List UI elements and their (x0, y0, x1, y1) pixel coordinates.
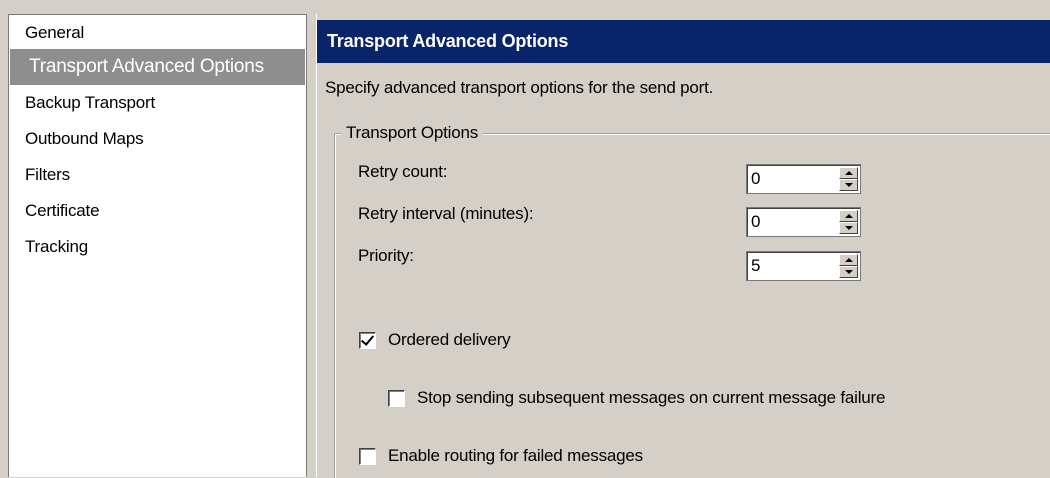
retry-interval-down-button[interactable] (839, 222, 858, 234)
panel-description: Specify advanced transport options for t… (325, 78, 714, 97)
priority-spin-buttons (839, 254, 858, 278)
panel-title: Transport Advanced Options (317, 20, 1050, 63)
ordered-delivery-checkbox[interactable] (359, 331, 376, 349)
retry-count-spinner (746, 164, 861, 194)
down-arrow-icon (844, 226, 853, 230)
enable-routing-label: Enable routing for failed messages (388, 446, 643, 465)
retry-interval-input[interactable] (751, 211, 823, 233)
ordered-delivery-label: Ordered delivery (388, 330, 511, 349)
stop-sending-option[interactable]: Stop sending subsequent messages on curr… (388, 388, 885, 408)
down-arrow-icon (844, 270, 853, 274)
nav-item-general[interactable]: General (9, 15, 306, 49)
priority-up-button[interactable] (839, 254, 858, 266)
nav-item-filters[interactable]: Filters (9, 157, 306, 193)
retry-interval-up-button[interactable] (839, 210, 858, 222)
retry-interval-label: Retry interval (minutes): (358, 204, 534, 223)
group-legend: Transport Options (341, 123, 484, 143)
retry-count-label: Retry count: (358, 162, 448, 181)
retry-count-spin-buttons (839, 167, 858, 191)
retry-interval-spinner (746, 207, 861, 237)
stop-sending-label: Stop sending subsequent messages on curr… (417, 388, 886, 407)
nav-item-certificate[interactable]: Certificate (9, 193, 306, 229)
settings-nav-list: General Transport Advanced Options Backu… (8, 14, 307, 477)
enable-routing-checkbox[interactable] (359, 447, 376, 465)
ordered-delivery-option[interactable]: Ordered delivery (359, 330, 511, 350)
retry-count-input[interactable] (751, 168, 823, 190)
options-panel: Transport Advanced Options Specify advan… (316, 14, 1050, 478)
up-arrow-icon (844, 171, 853, 175)
retry-count-down-button[interactable] (839, 179, 858, 191)
down-arrow-icon (844, 183, 853, 187)
nav-item-outbound-maps[interactable]: Outbound Maps (9, 121, 306, 157)
enable-routing-option[interactable]: Enable routing for failed messages (359, 446, 643, 466)
retry-interval-spin-buttons (839, 210, 858, 234)
nav-item-transport-advanced-options[interactable]: Transport Advanced Options (10, 49, 305, 85)
priority-down-button[interactable] (839, 266, 858, 278)
nav-item-backup-transport[interactable]: Backup Transport (9, 85, 306, 121)
stop-sending-checkbox[interactable] (388, 389, 405, 407)
retry-count-up-button[interactable] (839, 167, 858, 179)
priority-input[interactable] (751, 255, 823, 277)
up-arrow-icon (844, 258, 853, 262)
transport-options-group: Transport Options Retry count: Retry int… (334, 123, 1050, 478)
priority-spinner (746, 251, 861, 281)
nav-item-tracking[interactable]: Tracking (9, 229, 306, 265)
priority-label: Priority: (358, 246, 414, 265)
up-arrow-icon (844, 214, 853, 218)
